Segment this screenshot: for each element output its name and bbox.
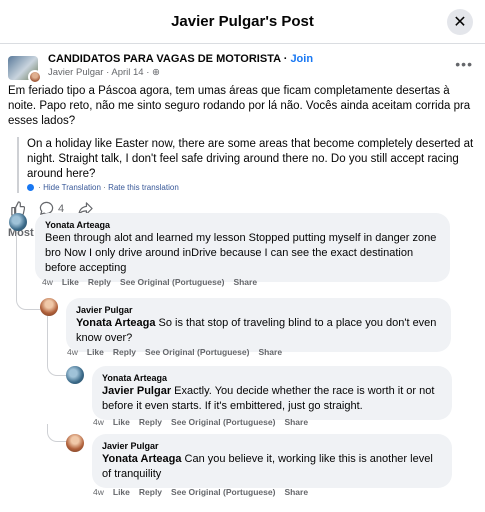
share-link[interactable]: Share — [233, 277, 257, 287]
post-author-link[interactable]: Javier Pulgar — [48, 67, 103, 78]
avatar[interactable] — [66, 366, 84, 384]
see-original-link[interactable]: See Original (Portuguese) — [120, 277, 224, 287]
mention-link[interactable]: Yonata Arteaga — [102, 453, 181, 465]
translation-block: On a holiday like Easter now, there are … — [17, 137, 477, 193]
comment-author[interactable]: Yonata Arteaga — [45, 219, 440, 231]
comment-actions: 4w Like Reply See Original (Portuguese) … — [67, 347, 282, 357]
post-header: CANDIDATOS PARA VAGAS DE MOTORISTA · Joi… — [0, 44, 485, 84]
comment-author[interactable]: Yonata Arteaga — [102, 372, 442, 384]
comment: Javier Pulgar Yonata Arteaga So is that … — [40, 298, 451, 352]
globe-icon: ⊕ — [152, 67, 161, 78]
translate-icon — [27, 184, 34, 191]
comment-time[interactable]: 4w — [42, 277, 53, 287]
reply-link[interactable]: Reply — [88, 277, 111, 287]
like-link[interactable]: Like — [87, 347, 104, 357]
share-link[interactable]: Share — [258, 347, 282, 357]
hide-translation-link[interactable]: Hide Translation — [43, 183, 101, 192]
comment: Yonata Arteaga Been through alot and lea… — [9, 213, 450, 282]
comment-actions: 4w Like Reply See Original (Portuguese) … — [93, 417, 308, 427]
like-link[interactable]: Like — [113, 417, 130, 427]
group-avatar[interactable] — [8, 56, 42, 84]
rate-translation-link[interactable]: Rate this translation — [108, 183, 179, 192]
share-link[interactable]: Share — [284, 487, 308, 497]
avatar[interactable] — [9, 213, 27, 231]
comment-time[interactable]: 4w — [67, 347, 78, 357]
reply-link[interactable]: Reply — [113, 347, 136, 357]
mention-link[interactable]: Yonata Arteaga — [76, 317, 155, 329]
comment-author[interactable]: Javier Pulgar — [76, 304, 441, 316]
post-date[interactable]: April 14 — [111, 67, 143, 78]
mention-link[interactable]: Javier Pulgar — [102, 385, 171, 397]
author-avatar[interactable] — [28, 70, 42, 84]
share-link[interactable]: Share — [284, 417, 308, 427]
translated-text: On a holiday like Easter now, there are … — [27, 138, 474, 180]
comment-author[interactable]: Javier Pulgar — [102, 440, 442, 452]
post-meta: CANDIDATOS PARA VAGAS DE MOTORISTA · Joi… — [48, 53, 314, 78]
group-name-link[interactable]: CANDIDATOS PARA VAGAS DE MOTORISTA — [48, 53, 281, 65]
comment-time[interactable]: 4w — [93, 487, 104, 497]
avatar[interactable] — [40, 298, 58, 316]
reply-link[interactable]: Reply — [139, 417, 162, 427]
thread-connector — [47, 360, 67, 376]
comment-time[interactable]: 4w — [93, 417, 104, 427]
dialog-title: Javier Pulgar's Post — [171, 13, 314, 30]
more-options-icon[interactable]: ••• — [455, 56, 473, 72]
comment-actions: 4w Like Reply See Original (Portuguese) … — [42, 277, 257, 287]
join-link[interactable]: Join — [290, 53, 313, 65]
comment: Javier Pulgar Yonata Arteaga Can you bel… — [66, 434, 452, 488]
like-link[interactable]: Like — [62, 277, 79, 287]
comment-bubble: Javier Pulgar Yonata Arteaga So is that … — [66, 298, 451, 352]
comment-actions: 4w Like Reply See Original (Portuguese) … — [93, 487, 308, 497]
reply-link[interactable]: Reply — [139, 487, 162, 497]
comment-bubble: Yonata Arteaga Javier Pulgar Exactly. Yo… — [92, 366, 452, 420]
thread-connector — [47, 424, 67, 442]
close-icon[interactable]: ✕ — [447, 9, 473, 35]
see-original-link[interactable]: See Original (Portuguese) — [171, 417, 275, 427]
post-text: Em feriado tipo a Páscoa agora, tem umas… — [8, 85, 471, 127]
post-dialog-header: Javier Pulgar's Post ✕ — [0, 0, 485, 44]
comment: Yonata Arteaga Javier Pulgar Exactly. Yo… — [66, 366, 452, 420]
avatar[interactable] — [66, 434, 84, 452]
thread-connector — [16, 296, 40, 310]
see-original-link[interactable]: See Original (Portuguese) — [145, 347, 249, 357]
like-link[interactable]: Like — [113, 487, 130, 497]
comment-bubble: Yonata Arteaga Been through alot and lea… — [35, 213, 450, 282]
comment-text: Been through alot and learned my lesson … — [45, 232, 437, 274]
see-original-link[interactable]: See Original (Portuguese) — [171, 487, 275, 497]
comment-bubble: Javier Pulgar Yonata Arteaga Can you bel… — [92, 434, 452, 488]
